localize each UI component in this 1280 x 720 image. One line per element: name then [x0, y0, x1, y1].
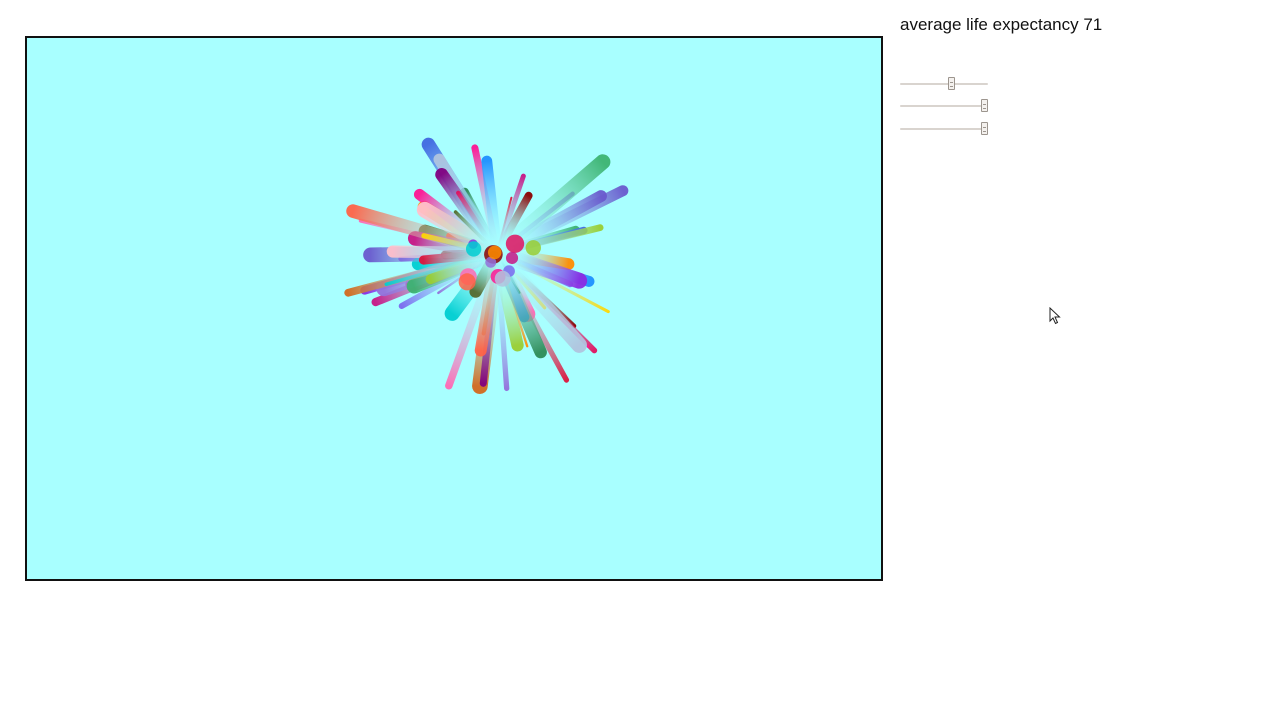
- particle: [505, 251, 519, 265]
- slider-1-thumb[interactable]: [948, 77, 956, 90]
- particle: [505, 234, 525, 253]
- particle: [487, 245, 502, 260]
- slider-3[interactable]: [900, 122, 989, 136]
- slider-1-track[interactable]: [900, 83, 988, 85]
- slider-2-track[interactable]: [900, 105, 988, 107]
- slider-1[interactable]: [900, 77, 988, 91]
- slider-3-thumb[interactable]: [981, 122, 989, 135]
- slider-2[interactable]: [900, 99, 989, 113]
- simulation-canvas[interactable]: [25, 36, 883, 581]
- particle: [458, 273, 476, 291]
- side-panel: average life expectancy 71: [900, 14, 1200, 36]
- particle: [525, 240, 541, 256]
- particle: [494, 270, 511, 287]
- mouse-cursor-icon: [1049, 307, 1061, 325]
- particle: [465, 241, 482, 257]
- average-life-expectancy-label: average life expectancy 71: [900, 15, 1103, 34]
- slider-2-thumb[interactable]: [981, 99, 989, 112]
- particle-burst: [344, 137, 629, 394]
- slider-3-track[interactable]: [900, 128, 988, 130]
